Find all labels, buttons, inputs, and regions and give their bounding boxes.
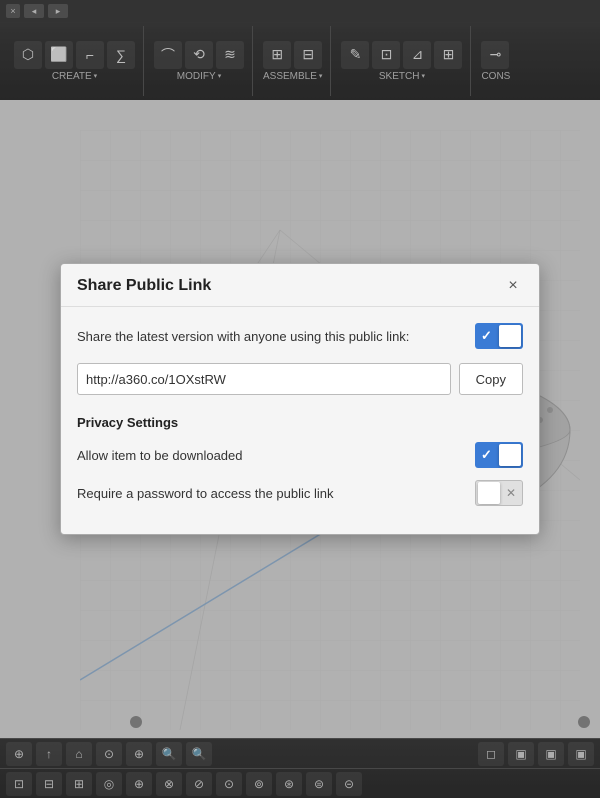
modal-header: Share Public Link × (61, 264, 539, 307)
share-public-link-modal: Share Public Link × Share the latest ver… (60, 263, 540, 535)
toggle-check-icon: ✓ (481, 328, 492, 344)
modal-title: Share Public Link (77, 277, 211, 295)
copy-button[interactable]: Copy (459, 363, 523, 395)
url-row: Copy (77, 363, 523, 395)
url-input[interactable] (77, 363, 451, 395)
privacy-settings-title: Privacy Settings (77, 415, 523, 430)
modal-body: Share the latest version with anyone usi… (61, 307, 539, 534)
share-toggle[interactable]: ✓ (475, 323, 523, 349)
toggle-knob (499, 325, 521, 347)
allow-download-row: Allow item to be downloaded ✓ (77, 442, 523, 468)
allow-download-toggle[interactable]: ✓ (475, 442, 523, 468)
require-password-row: Require a password to access the public … (77, 480, 523, 506)
share-row: Share the latest version with anyone usi… (77, 323, 523, 349)
require-password-toggle[interactable]: ✕ (475, 480, 523, 506)
share-description: Share the latest version with anyone usi… (77, 329, 409, 344)
require-password-x-icon: ✕ (506, 486, 516, 500)
modal-overlay: Share Public Link × Share the latest ver… (0, 0, 600, 798)
allow-download-label: Allow item to be downloaded (77, 448, 243, 463)
privacy-settings-section: Privacy Settings Allow item to be downlo… (77, 415, 523, 506)
require-password-label: Require a password to access the public … (77, 486, 334, 501)
require-password-knob (478, 482, 500, 504)
allow-download-check-icon: ✓ (481, 447, 492, 463)
allow-download-knob (499, 444, 521, 466)
modal-close-button[interactable]: × (503, 276, 523, 296)
